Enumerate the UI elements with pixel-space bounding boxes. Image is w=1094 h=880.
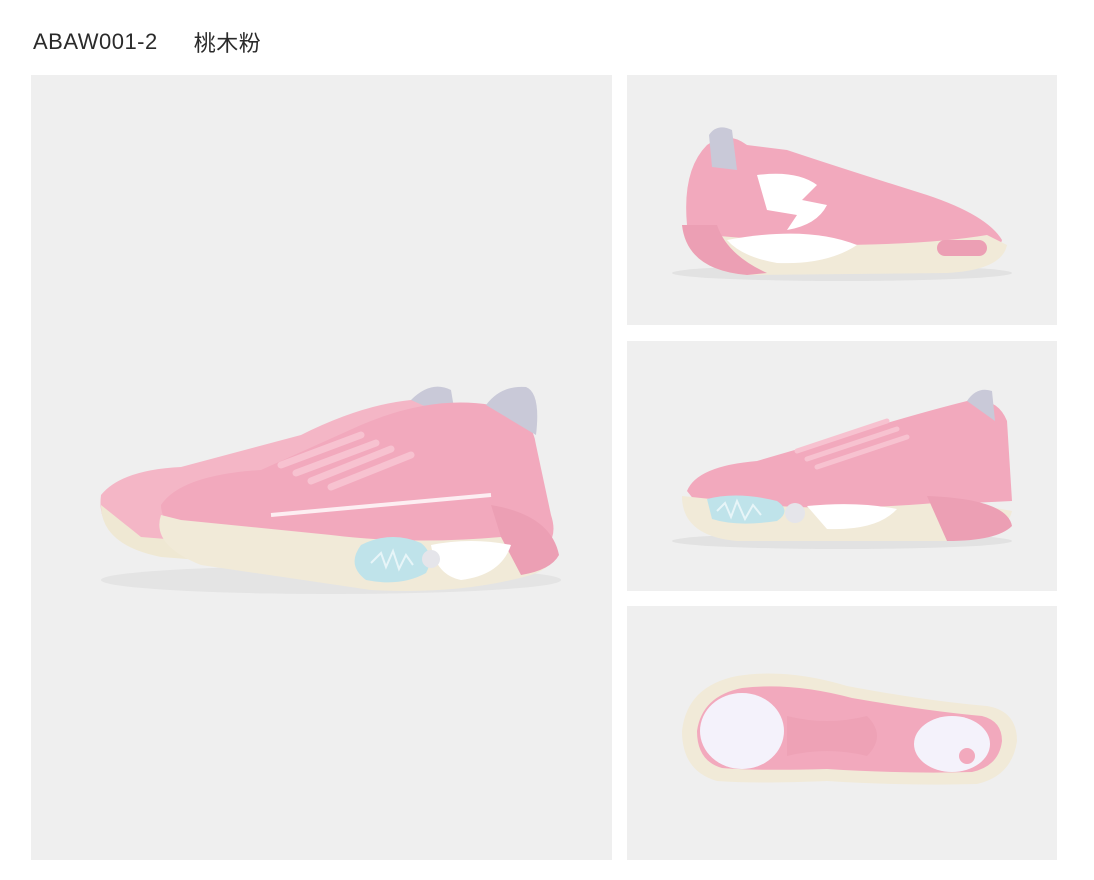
- main-pair-image[interactable]: [31, 75, 612, 860]
- outsole-illustration: [682, 673, 1017, 785]
- outsole-view-image[interactable]: [627, 606, 1057, 860]
- lateral-shoe-illustration: [672, 127, 1012, 281]
- medial-view-image[interactable]: [627, 341, 1057, 591]
- medial-shoe-illustration: [672, 389, 1012, 549]
- color-name: 桃木粉: [193, 32, 262, 57]
- product-header: ABAW001-2 桃木粉: [33, 22, 261, 62]
- lateral-view-image[interactable]: [627, 75, 1057, 325]
- shoe-pair-illustration: [100, 386, 561, 594]
- product-code: ABAW001-2: [33, 29, 158, 54]
